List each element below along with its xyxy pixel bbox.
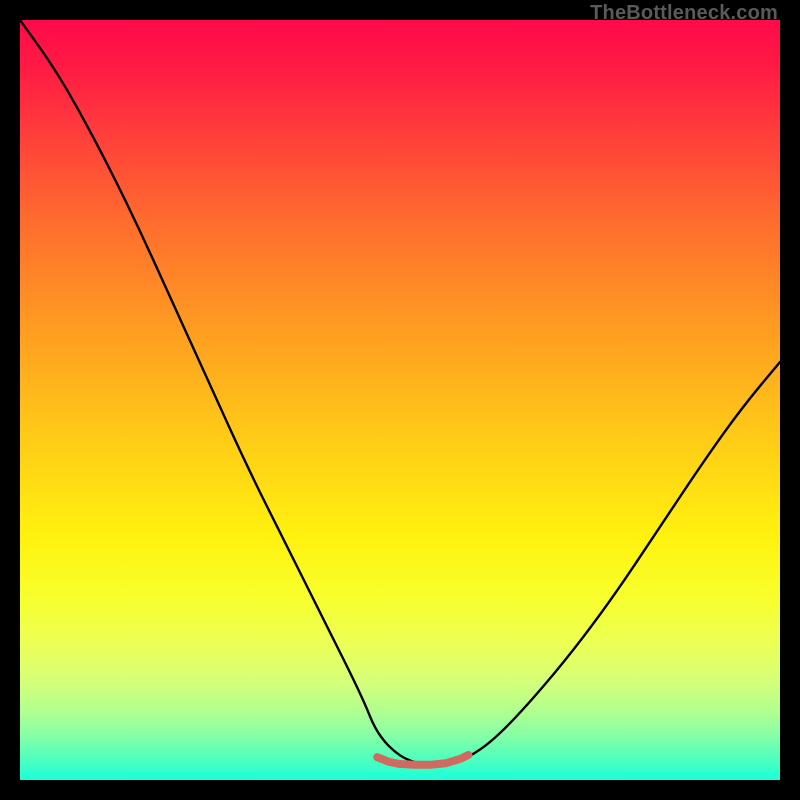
chart-frame: TheBottleneck.com bbox=[0, 0, 800, 800]
curve-layer bbox=[20, 20, 780, 780]
floor-marker bbox=[377, 755, 468, 765]
watermark-text: TheBottleneck.com bbox=[590, 2, 778, 25]
plot-area bbox=[20, 20, 780, 780]
bottleneck-curve bbox=[20, 20, 780, 765]
